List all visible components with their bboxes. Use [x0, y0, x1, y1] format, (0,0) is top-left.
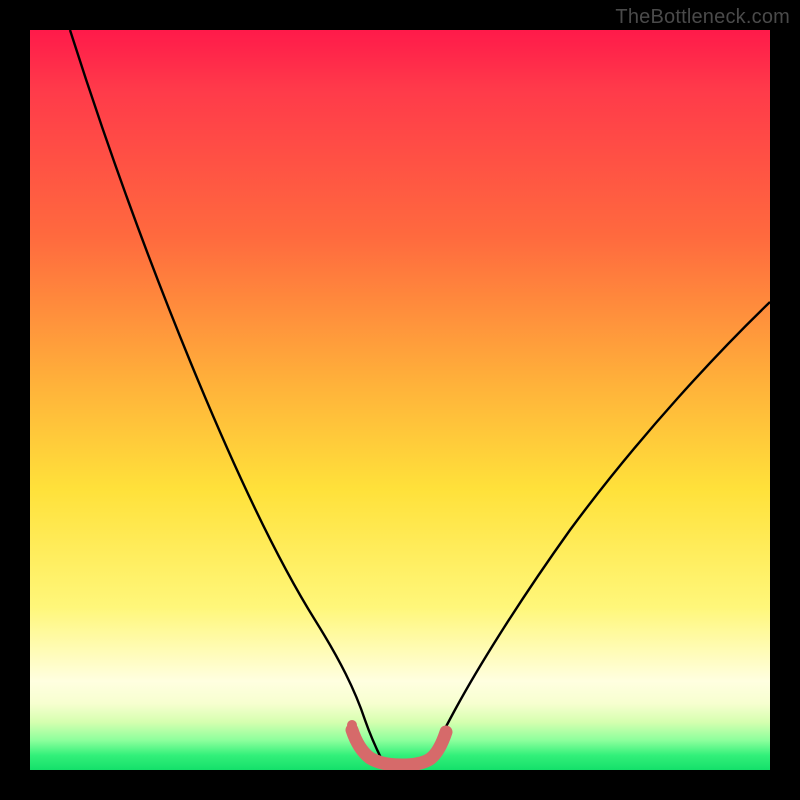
valley-marker — [352, 730, 446, 765]
curve-left — [70, 30, 382, 760]
chart-frame: TheBottleneck.com — [0, 0, 800, 800]
plot-area — [30, 30, 770, 770]
marker-dot — [347, 720, 357, 730]
curve-right — [428, 302, 770, 760]
chart-svg — [30, 30, 770, 770]
watermark-text: TheBottleneck.com — [615, 6, 790, 29]
